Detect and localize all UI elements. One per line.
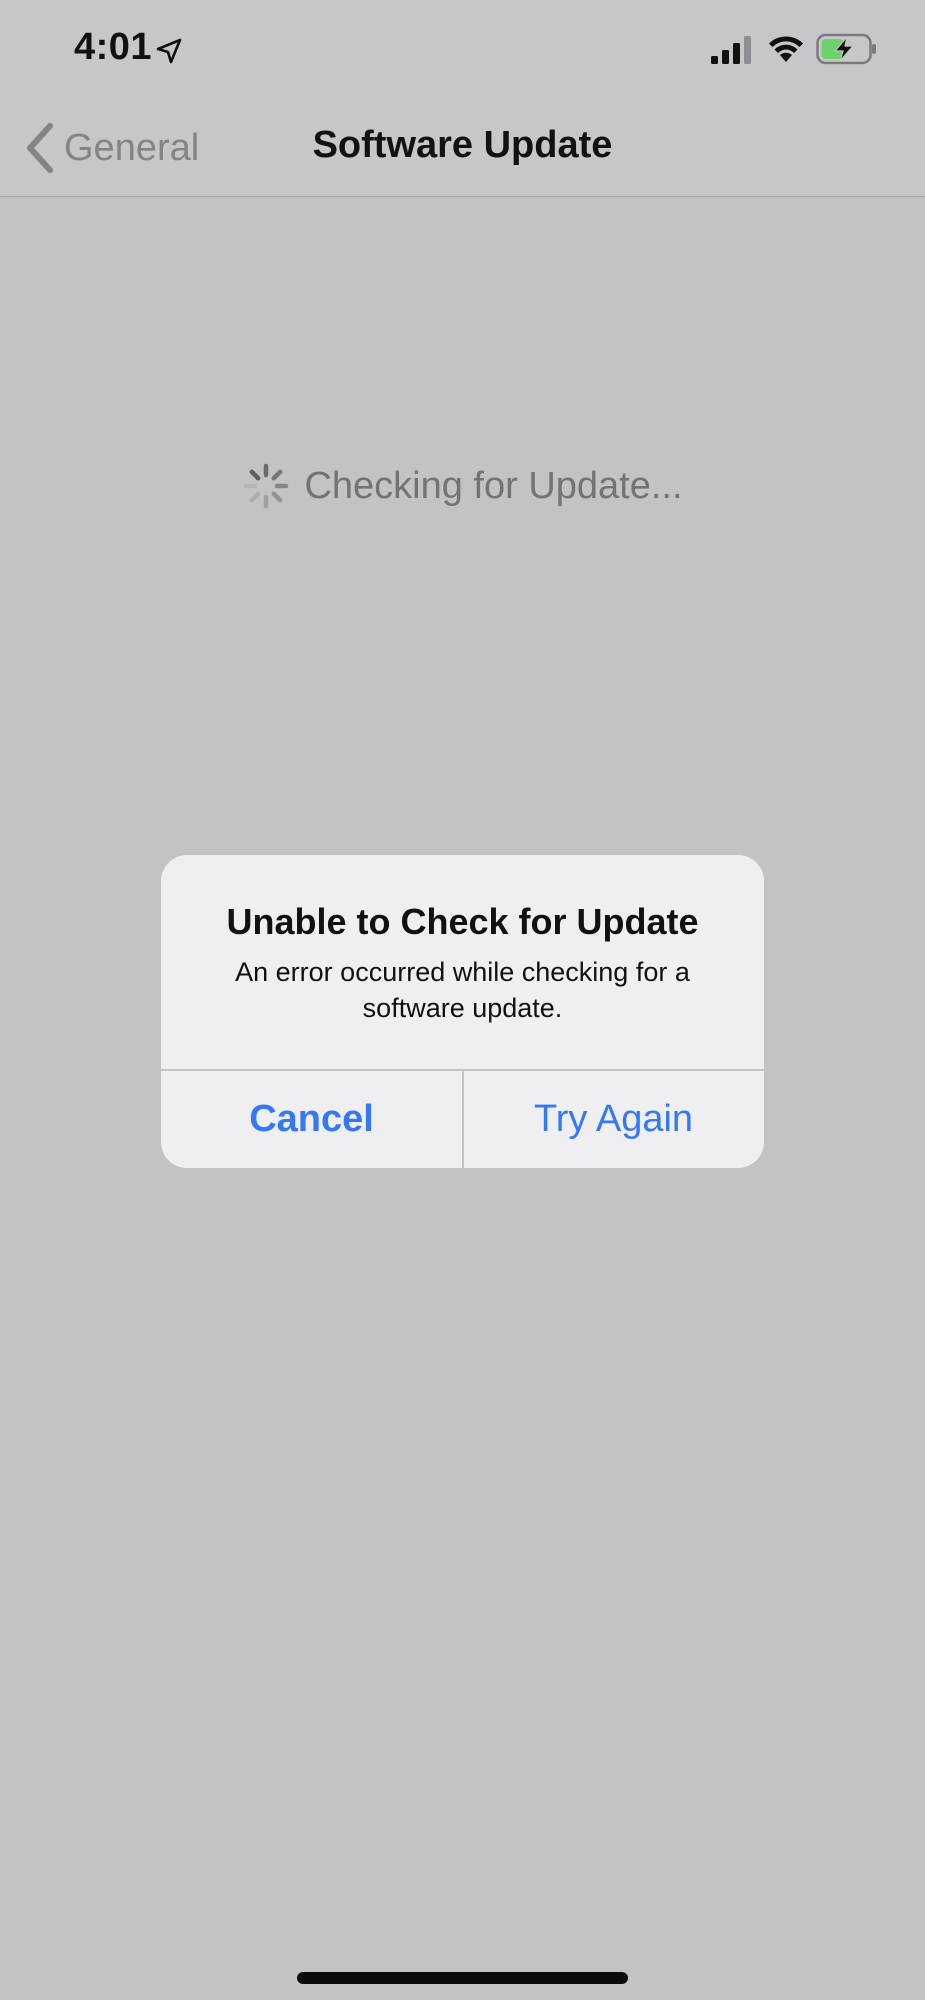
cellular-signal-icon <box>711 36 751 64</box>
checking-status-text: Checking for Update... <box>304 464 683 507</box>
error-alert-dialog: Unable to Check for Update An error occu… <box>161 855 764 1168</box>
battery-charging-icon <box>816 33 876 65</box>
try-again-button[interactable]: Try Again <box>463 1071 764 1168</box>
update-status: Checking for Update... <box>0 462 925 510</box>
status-time: 4:01 <box>74 26 153 68</box>
page-title: Software Update <box>312 124 613 166</box>
status-bar: 4:01 <box>0 0 925 100</box>
home-indicator[interactable] <box>297 1972 628 1984</box>
wifi-icon <box>769 36 803 62</box>
alert-message: An error occurred while checking for a s… <box>235 957 690 1023</box>
location-arrow-icon <box>156 38 182 64</box>
alert-title: Unable to Check for Update <box>226 901 699 942</box>
cancel-button[interactable]: Cancel <box>161 1071 462 1168</box>
navigation-bar: General Software Update <box>0 100 925 197</box>
activity-spinner-icon <box>244 463 289 509</box>
